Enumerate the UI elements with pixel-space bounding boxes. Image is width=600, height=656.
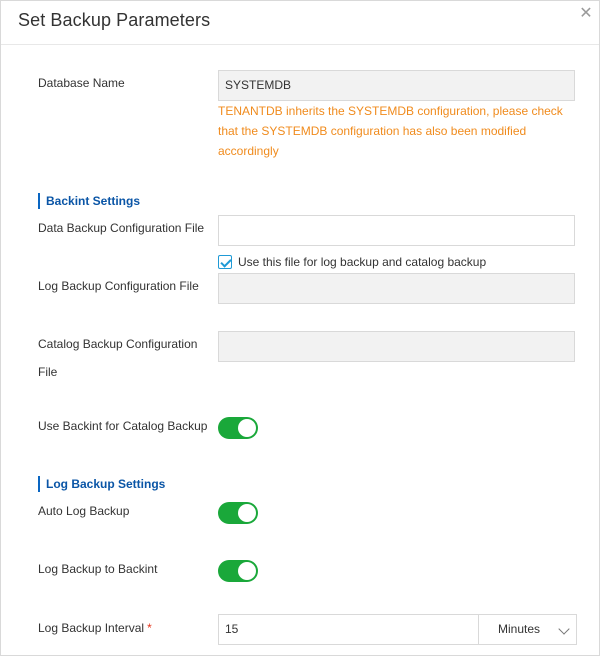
- toggle-knob: [238, 562, 256, 580]
- use-backint-catalog-label: Use Backint for Catalog Backup: [38, 419, 208, 433]
- use-file-checkbox[interactable]: [218, 255, 232, 269]
- log-backup-to-backint-toggle[interactable]: [218, 560, 258, 582]
- use-file-checkbox-row[interactable]: Use this file for log backup and catalog…: [218, 253, 486, 271]
- toggle-knob: [238, 504, 256, 522]
- use-file-checkbox-label: Use this file for log backup and catalog…: [238, 255, 487, 269]
- database-name-label: Database Name: [38, 76, 125, 90]
- required-mark: *: [147, 621, 152, 635]
- log-backup-settings-heading: Log Backup Settings: [38, 476, 165, 492]
- toggle-knob: [238, 419, 256, 437]
- catalog-backup-config-input: [218, 331, 575, 362]
- dialog-header: Set Backup Parameters ✕: [1, 1, 599, 45]
- database-hint: TENANTDB inherits the SYSTEMDB configura…: [218, 104, 563, 158]
- data-backup-config-input[interactable]: [218, 215, 575, 246]
- data-backup-config-label: Data Backup Configuration File: [38, 221, 205, 235]
- interval-unit-select[interactable]: Minutes: [478, 614, 577, 645]
- catalog-backup-config-label: Catalog Backup Configuration: [38, 337, 198, 351]
- dialog-title: Set Backup Parameters: [18, 10, 211, 30]
- log-backup-to-backint-label: Log Backup to Backint: [38, 562, 158, 576]
- interval-unit-value: Minutes: [498, 622, 541, 636]
- database-name-field: SYSTEMDB: [218, 70, 575, 101]
- set-backup-parameters-dialog: Set Backup Parameters ✕ Database Name SY…: [0, 0, 600, 656]
- log-backup-interval-input[interactable]: 15: [218, 614, 478, 645]
- close-icon[interactable]: ✕: [579, 6, 593, 22]
- log-backup-interval-label-text: Log Backup Interval: [38, 621, 145, 635]
- chevron-down-icon: [558, 623, 570, 635]
- auto-log-backup-label: Auto Log Backup: [38, 504, 130, 518]
- log-backup-config-label: Log Backup Configuration File: [38, 279, 199, 293]
- use-backint-catalog-toggle[interactable]: [218, 417, 258, 439]
- log-backup-config-input: [218, 273, 575, 304]
- log-backup-interval-label: Log Backup Interval *: [38, 614, 152, 642]
- auto-log-backup-toggle[interactable]: [218, 502, 258, 524]
- catalog-backup-config-label-line2: File: [38, 365, 58, 379]
- backint-settings-heading: Backint Settings: [38, 193, 140, 209]
